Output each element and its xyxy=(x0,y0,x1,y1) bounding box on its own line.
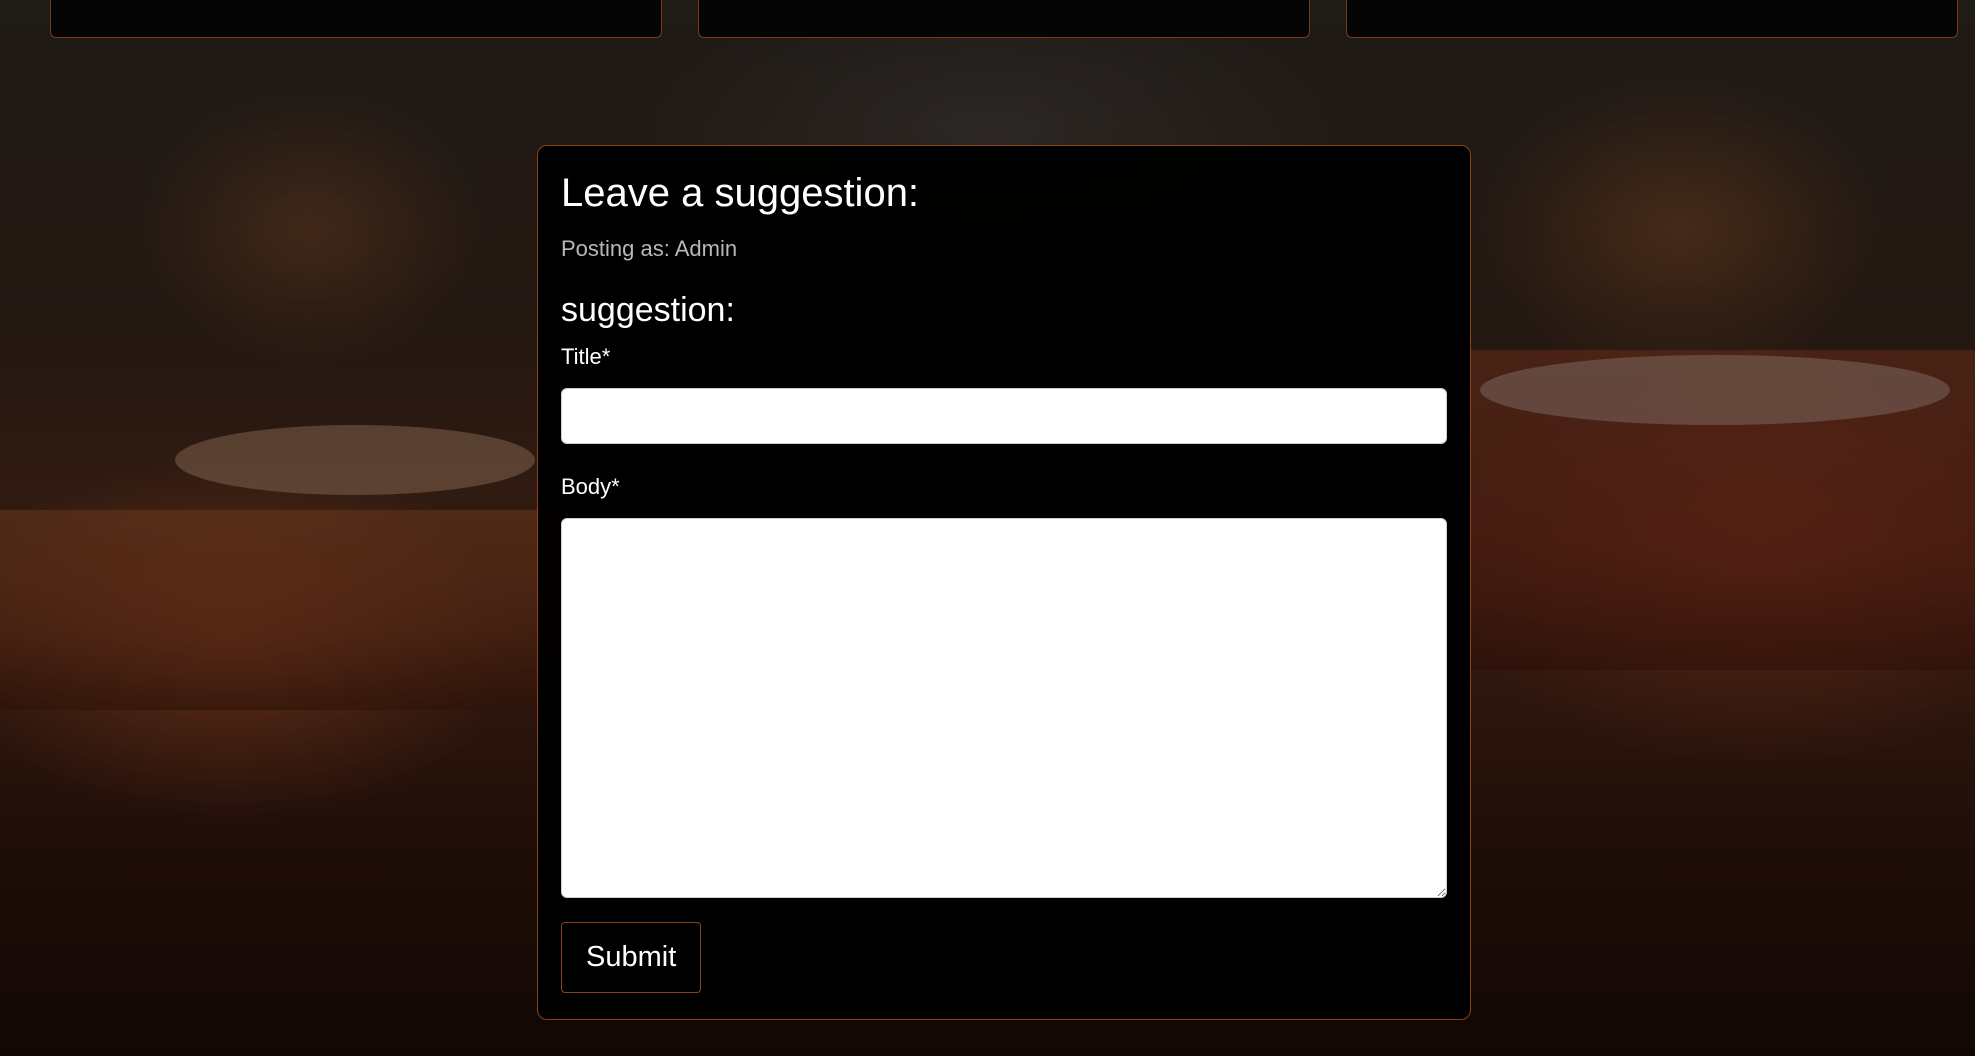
top-card-2 xyxy=(698,0,1310,38)
body-textarea[interactable] xyxy=(561,518,1447,898)
body-label: Body* xyxy=(561,474,620,499)
title-label: Title* xyxy=(561,344,611,369)
section-title: suggestion: xyxy=(561,291,735,329)
top-card-1 xyxy=(50,0,662,38)
suggestion-form: Leave a suggestion: Posting as: Admin su… xyxy=(537,145,1471,1020)
form-title: Leave a suggestion: xyxy=(561,171,920,215)
title-input[interactable] xyxy=(561,388,1447,444)
top-card-3 xyxy=(1346,0,1958,38)
posting-as-text: Posting as: Admin xyxy=(561,236,738,261)
submit-button[interactable]: Submit xyxy=(561,922,702,993)
